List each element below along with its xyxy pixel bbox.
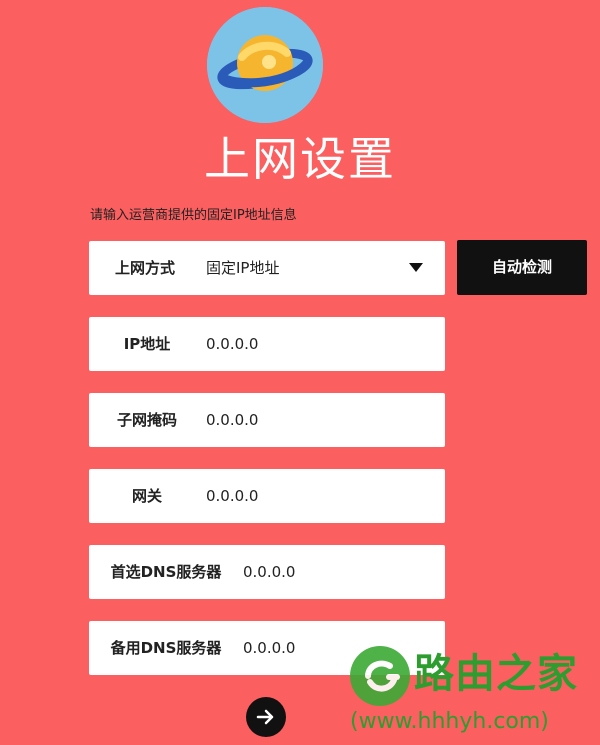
subnet-mask-input[interactable]	[206, 393, 416, 447]
watermark-url: (www.hhhyh.com)	[350, 709, 549, 734]
arrow-right-icon	[256, 709, 274, 725]
instruction-text: 请输入运营商提供的固定IP地址信息	[90, 208, 297, 223]
subnet-mask-row: 子网掩码	[89, 393, 445, 447]
watermark: 路由之家 (www.hhhyh.com)	[348, 638, 600, 745]
ip-address-input[interactable]	[206, 317, 416, 371]
caret-down-icon	[409, 263, 423, 272]
watermark-title: 路由之家	[414, 651, 578, 697]
subnet-mask-label: 子网掩码	[116, 411, 177, 429]
connection-type-select[interactable]: 上网方式 固定IP地址	[89, 241, 445, 295]
router-home-logo-icon	[350, 646, 410, 706]
ip-address-label: IP地址	[123, 335, 171, 353]
secondary-dns-label: 备用DNS服务器	[110, 639, 222, 657]
ip-address-row: IP地址	[89, 317, 445, 371]
connection-type-label: 上网方式	[114, 259, 175, 277]
planet-logo-icon	[207, 7, 323, 123]
gateway-input[interactable]	[206, 469, 416, 523]
next-button[interactable]	[246, 697, 286, 737]
gateway-row: 网关	[89, 469, 445, 523]
auto-detect-button[interactable]: 自动检测	[457, 240, 587, 295]
connection-type-value: 固定IP地址	[206, 259, 280, 277]
primary-dns-input[interactable]	[243, 545, 423, 599]
gateway-label: 网关	[131, 487, 162, 505]
page-title: 上网设置	[204, 132, 396, 186]
primary-dns-label: 首选DNS服务器	[110, 563, 222, 581]
primary-dns-row: 首选DNS服务器	[89, 545, 445, 599]
